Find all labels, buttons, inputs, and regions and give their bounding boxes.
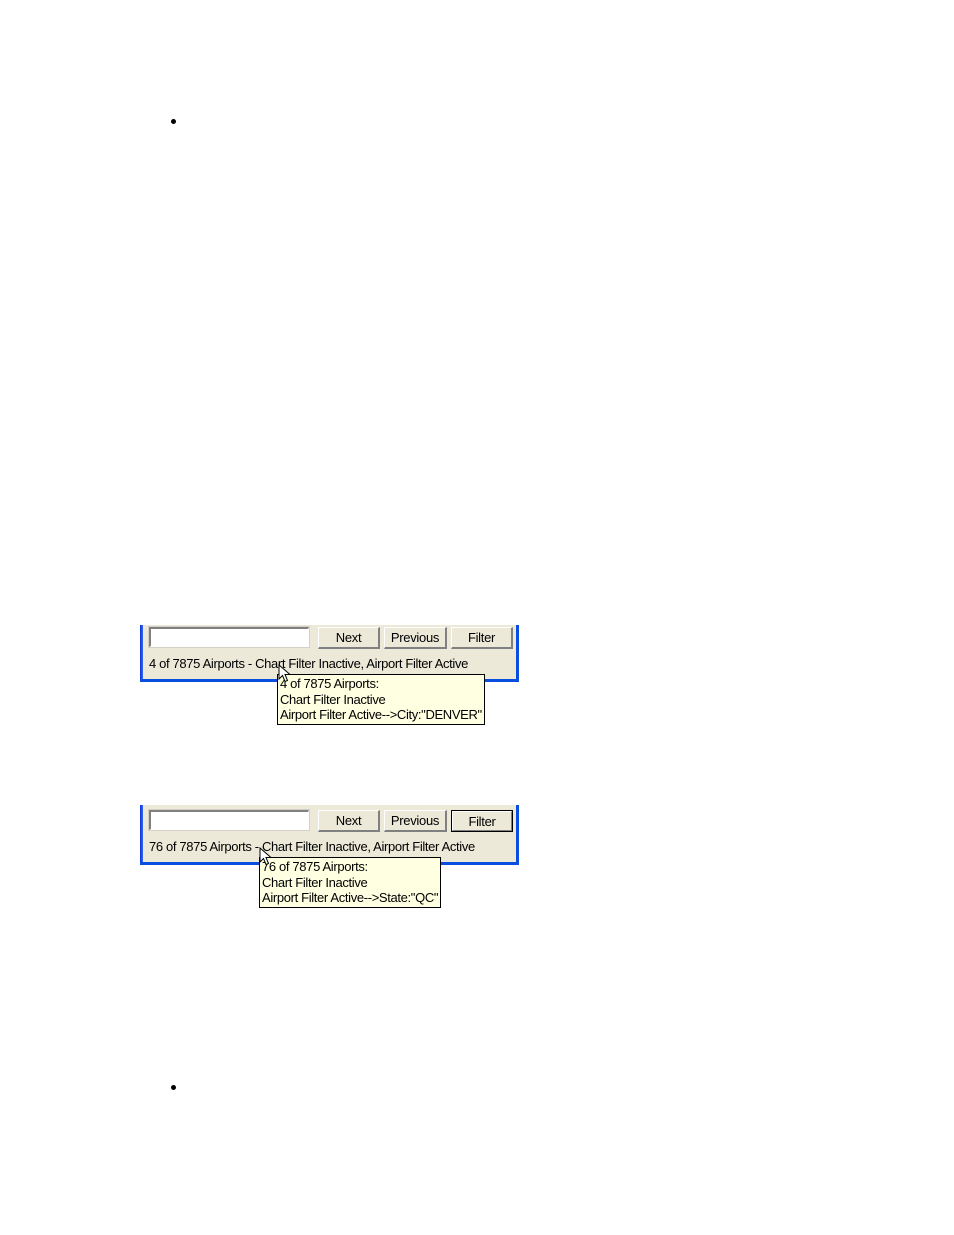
airport-filter-screenshot-city: Next Previous Filter 4 of 7875 Airports …	[140, 625, 520, 725]
tooltip-count: 76 of 7875 Airports:	[262, 859, 368, 874]
status-text: 76 of 7875 Airports - Chart Filter Inact…	[149, 839, 475, 854]
status-text: 4 of 7875 Airports - Chart Filter Inacti…	[149, 656, 468, 671]
filter-panel: Next Previous Filter 76 of 7875 Airports…	[140, 805, 519, 865]
bullet-point	[171, 1085, 176, 1090]
tooltip-count: 4 of 7875 Airports:	[280, 676, 379, 691]
search-input[interactable]	[148, 809, 310, 831]
next-button[interactable]: Next	[318, 810, 380, 832]
tooltip-chart-filter: Chart Filter Inactive	[262, 874, 368, 890]
status-tooltip: 4 of 7875 Airports: Chart Filter Inactiv…	[277, 674, 485, 725]
tooltip-chart-filter: Chart Filter Inactive	[280, 691, 386, 707]
mouse-cursor-icon	[259, 847, 273, 866]
previous-button[interactable]: Previous	[384, 627, 447, 649]
mouse-cursor-icon	[278, 664, 292, 683]
tooltip-airport-filter: Airport Filter Active-->State:"QC"	[262, 890, 439, 905]
next-button[interactable]: Next	[318, 627, 380, 649]
status-tooltip: 76 of 7875 Airports: Chart Filter Inacti…	[259, 857, 442, 908]
tooltip-airport-filter: Airport Filter Active-->City:"DENVER"	[280, 707, 482, 722]
search-input[interactable]	[148, 626, 310, 648]
filter-button[interactable]: Filter	[451, 810, 513, 832]
bullet-point	[171, 119, 176, 124]
filter-button[interactable]: Filter	[451, 627, 513, 649]
previous-button[interactable]: Previous	[384, 810, 447, 832]
airport-filter-screenshot-state: Next Previous Filter 76 of 7875 Airports…	[140, 805, 520, 908]
